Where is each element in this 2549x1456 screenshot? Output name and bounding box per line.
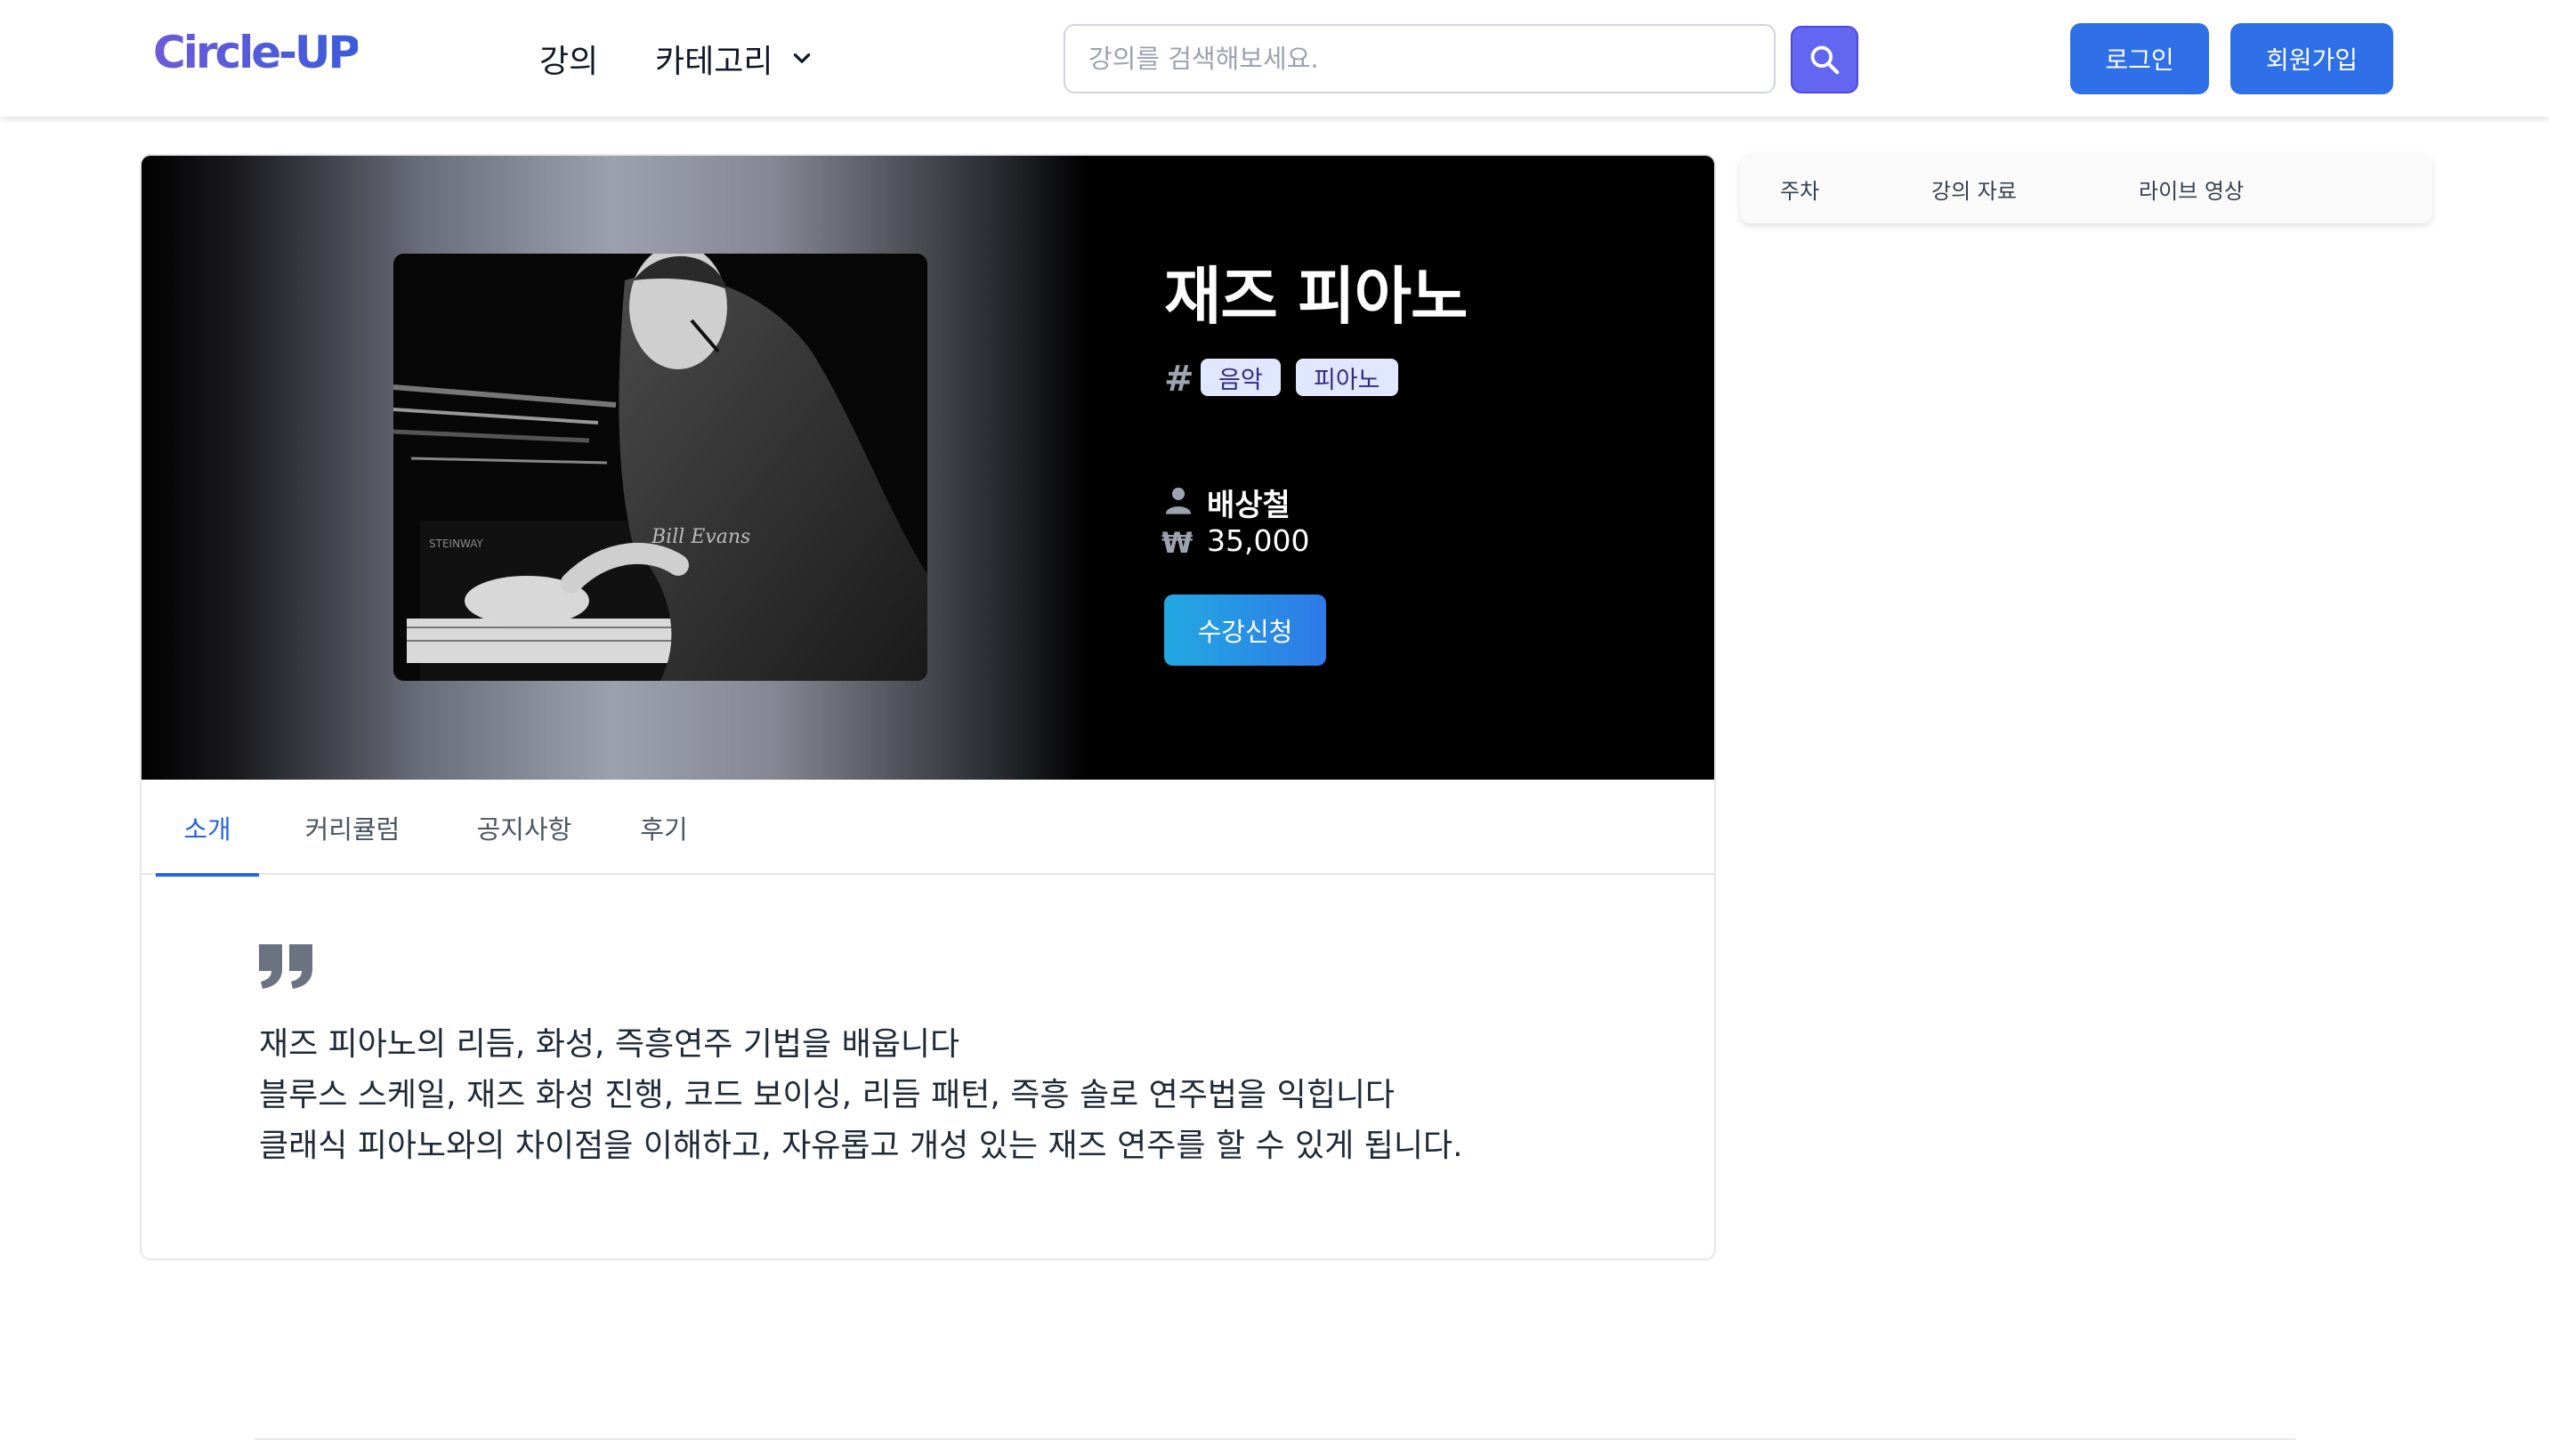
course-title: 재즈 피아노 <box>1164 260 1468 333</box>
side-tab-material[interactable]: 강의 자료 <box>1931 154 2017 223</box>
nav-lecture-link[interactable]: 강의 <box>539 36 598 82</box>
course-tabs: 소개 커리큘럼 공지사항 후기 <box>142 780 1714 877</box>
intro-line: 클래식 피아노와의 차이점을 이해하고, 자유롭고 개성 있는 재즈 연주를 할… <box>259 1128 1463 1164</box>
tab-review[interactable]: 후기 <box>615 780 713 875</box>
side-tab-live[interactable]: 라이브 영상 <box>2139 154 2244 223</box>
tag-music[interactable]: 음악 <box>1201 359 1281 396</box>
login-button[interactable]: 로그인 <box>2070 23 2209 94</box>
signup-button[interactable]: 회원가입 <box>2230 23 2393 94</box>
course-hero: Bill Evans STEINWAY 재즈 피아노 # 음악 피아노 배상철 … <box>142 156 1714 780</box>
hash-icon: # <box>1164 359 1194 400</box>
course-card: Bill Evans STEINWAY 재즈 피아노 # 음악 피아노 배상철 … <box>140 154 1716 1260</box>
nav-category-label: 카테고리 <box>655 44 773 80</box>
intro-line: 재즈 피아노의 리듬, 화성, 즉흥연주 기법을 배웁니다 <box>259 1026 960 1063</box>
side-panel: 주차 강의 자료 라이브 영상 <box>1740 154 2432 223</box>
intro-line: 블루스 스케일, 재즈 화성 진행, 코드 보이싱, 리듬 패턴, 즉흥 솔로 … <box>259 1077 1396 1113</box>
tab-notice[interactable]: 공지사항 <box>453 780 595 875</box>
side-tab-week[interactable]: 주차 <box>1780 154 1819 223</box>
search-icon <box>1810 45 1840 75</box>
tag-piano[interactable]: 피아노 <box>1296 359 1398 396</box>
nav-category-dropdown[interactable]: 카테고리 <box>655 36 813 82</box>
course-price: 35,000 <box>1207 523 1310 558</box>
person-icon <box>1165 487 1192 514</box>
footer-divider <box>255 1438 2295 1440</box>
top-navbar: Circle-UP 강의 카테고리 로그인 회원가입 <box>0 0 2549 117</box>
course-thumbnail: Bill Evans STEINWAY <box>393 254 927 681</box>
quote-icon <box>259 944 312 989</box>
tab-intro[interactable]: 소개 <box>156 780 259 877</box>
enroll-button[interactable]: 수강신청 <box>1164 595 1326 666</box>
site-logo[interactable]: Circle-UP <box>153 27 360 78</box>
photo-caption: Bill Evans <box>651 526 750 548</box>
search-input[interactable] <box>1064 24 1776 93</box>
tab-curriculum[interactable]: 커리큘럼 <box>295 780 410 875</box>
won-icon: ₩ <box>1161 526 1194 560</box>
course-intro: 재즈 피아노의 리듬, 화성, 즉흥연주 기법을 배웁니다 블루스 스케일, 재… <box>259 1019 1463 1171</box>
svg-text:STEINWAY: STEINWAY <box>429 538 484 550</box>
pianist-photo: Bill Evans STEINWAY <box>393 254 927 681</box>
chevron-down-icon <box>794 53 811 63</box>
instructor-name: 배상철 <box>1207 488 1291 523</box>
search-button[interactable] <box>1791 26 1858 93</box>
